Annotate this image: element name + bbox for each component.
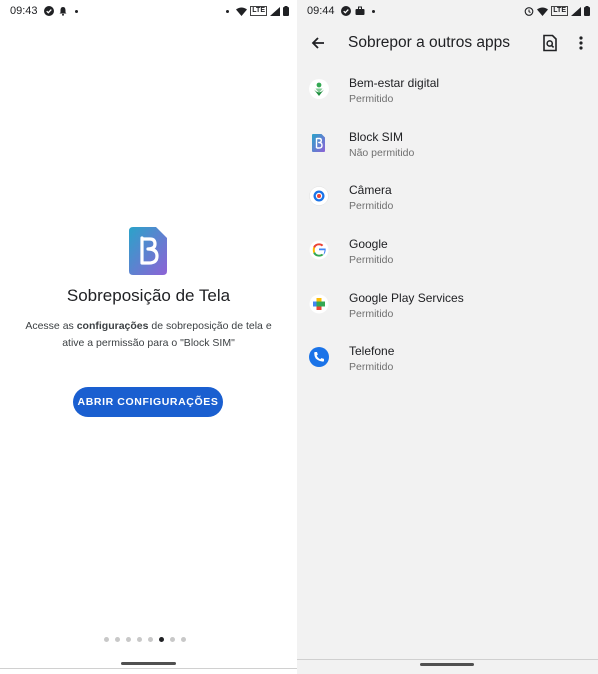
page-title: Sobrepor a outros apps	[348, 34, 510, 51]
page-dot	[148, 637, 153, 642]
app-name: Google	[349, 237, 388, 252]
onboarding-description: Acesse as configurações de sobreposição …	[20, 318, 277, 352]
list-item-google-play-services[interactable]: Google Play Services Permitido	[297, 279, 598, 333]
page-dot	[115, 637, 120, 642]
wifi-icon	[537, 7, 549, 16]
volte-icon: LTE	[250, 6, 267, 16]
status-bar: 09:43 LTE	[0, 0, 297, 22]
page-dot	[159, 637, 164, 642]
home-gesture-bar[interactable]	[121, 662, 176, 665]
check-circle-icon	[43, 6, 54, 16]
onboarding-title: Sobreposição de Tela	[66, 286, 231, 305]
phone-icon	[309, 347, 329, 368]
permission-status: Permitido	[349, 200, 394, 213]
list-item-telefone[interactable]: Telefone Permitido	[297, 332, 598, 386]
page-dot	[181, 637, 186, 642]
arrow-back-icon	[311, 37, 324, 49]
signal-icon	[571, 6, 581, 16]
list-item-google[interactable]: Google Permitido	[297, 225, 598, 279]
page-indicator	[104, 637, 186, 642]
description-text: Acesse as	[25, 320, 77, 332]
search-apps-icon[interactable]	[541, 34, 559, 52]
wifi-icon	[236, 7, 248, 16]
permission-status: Não permitido	[349, 146, 415, 159]
check-circle-icon	[340, 6, 351, 16]
app-name: Telefone	[349, 344, 395, 359]
permission-status: Permitido	[349, 361, 394, 374]
status-time: 09:43	[10, 5, 38, 17]
back-button[interactable]	[308, 33, 328, 53]
app-name: Câmera	[349, 183, 392, 198]
list-item-bem-estar[interactable]: Bem-estar digital Permitido	[297, 64, 598, 118]
open-settings-button[interactable]: ABRIR CONFIGURAÇÕES	[73, 387, 223, 417]
divider	[297, 659, 598, 660]
block-sim-icon	[312, 133, 325, 152]
page-dot	[137, 637, 142, 642]
bell-icon	[59, 7, 67, 16]
page-dot	[126, 637, 131, 642]
google-play-services-icon	[309, 294, 329, 314]
permission-status: Permitido	[349, 307, 394, 320]
page-dot	[104, 637, 109, 642]
camera-icon	[309, 186, 329, 207]
list-item-camera[interactable]: Câmera Permitido	[297, 171, 598, 225]
app-name: Block SIM	[349, 129, 404, 144]
onboarding-screen: 09:43 LTE Sobreposição de Tela Acesse as…	[0, 0, 297, 674]
google-icon	[309, 240, 329, 260]
status-bar: 09:44 LTE	[297, 0, 598, 22]
app-bar: Sobrepor a outros apps	[297, 22, 598, 64]
permission-status: Permitido	[349, 254, 394, 267]
app-name: Bem-estar digital	[349, 76, 440, 90]
more-options-icon[interactable]	[575, 34, 587, 52]
divider	[0, 668, 297, 669]
description-bold-text: configurações	[76, 320, 149, 332]
app-name: Google Play Services	[349, 290, 464, 305]
signal-icon	[270, 6, 280, 16]
list-item-block-sim[interactable]: Block SIM Não permitido	[297, 118, 598, 172]
app-list: Bem-estar digital Permitido Block SIM Nã…	[297, 64, 598, 386]
home-gesture-bar[interactable]	[420, 663, 474, 666]
notification-dot-icon	[226, 9, 230, 13]
briefcase-icon	[355, 6, 365, 15]
battery-icon	[584, 6, 590, 16]
volte-icon: LTE	[551, 6, 568, 16]
alarm-icon	[524, 7, 534, 16]
permission-status: Permitido	[349, 93, 394, 105]
page-dot	[170, 637, 175, 642]
block-sim-logo	[129, 227, 167, 275]
digital-wellbeing-icon	[309, 79, 329, 99]
notification-dot-icon	[371, 9, 375, 13]
notification-dot-icon	[74, 9, 78, 13]
battery-icon	[283, 6, 289, 16]
overlay-permission-screen: 09:44 LTE Sobrepor a outros apps Bem-est…	[297, 0, 598, 674]
status-time: 09:44	[307, 5, 335, 17]
